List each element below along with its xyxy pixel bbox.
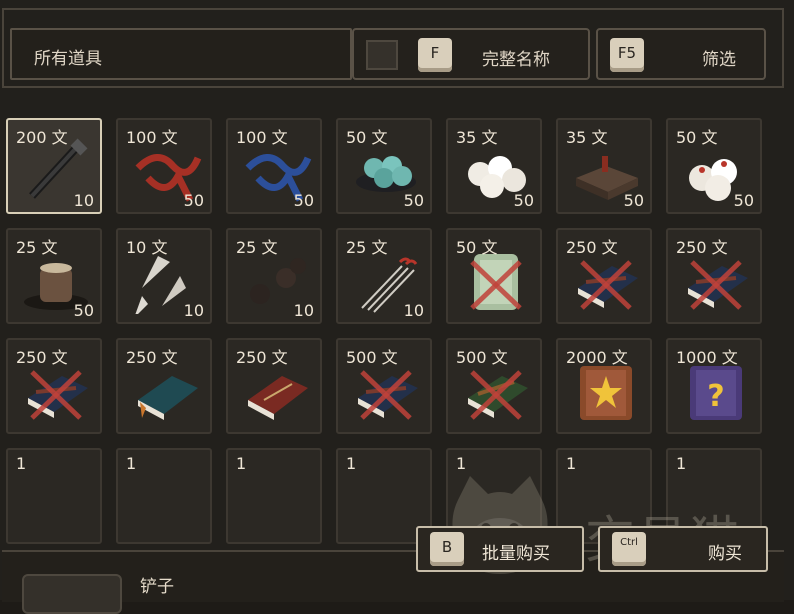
item-price: 1000 文 — [676, 348, 738, 367]
item-price: 25 文 — [236, 238, 278, 257]
filter-label: 筛选 — [702, 50, 736, 70]
item-price: 1 — [236, 454, 247, 473]
fullname-checkbox[interactable] — [366, 40, 398, 70]
shop-item-slot[interactable]: 10 文 10 — [116, 228, 212, 324]
shop-item-slot[interactable]: 50 文 50 — [336, 118, 432, 214]
shop-item-slot[interactable]: 250 文 — [116, 338, 212, 434]
shop-item-slot[interactable]: 100 文 50 — [226, 118, 322, 214]
item-price: 2000 文 — [566, 348, 628, 367]
topbar: 所有道具 F 完整名称 F5 筛选 — [6, 26, 778, 88]
item-price: 50 文 — [346, 128, 388, 147]
buy-label: 购买 — [708, 544, 742, 564]
item-price: 250 文 — [676, 238, 728, 257]
shop-window: 所有道具 F 完整名称 F5 筛选 200 文 10 100 文 50 100 文 50 5… — [0, 0, 794, 614]
item-stock-count: 10 — [73, 191, 94, 210]
item-price: 500 文 — [456, 348, 508, 367]
item-stock-count: 10 — [403, 301, 424, 320]
item-price: 1 — [16, 454, 27, 473]
item-price: 1 — [126, 454, 137, 473]
shop-item-slot[interactable]: 250 文 — [6, 338, 102, 434]
item-price: 35 文 — [566, 128, 608, 147]
detail-item-slot — [22, 574, 122, 614]
svg-text:?: ? — [707, 379, 724, 414]
shop-item-slot[interactable]: 1 — [226, 448, 322, 544]
shop-item-slot[interactable]: 25 文 10 — [336, 228, 432, 324]
item-stock-count: 50 — [183, 191, 204, 210]
shop-item-slot[interactable]: 25 文 50 — [6, 228, 102, 324]
buy-button[interactable]: Ctrl 购买 — [598, 526, 768, 572]
item-price: 25 文 — [346, 238, 388, 257]
shop-item-slot[interactable]: 250 文 — [666, 228, 762, 324]
shop-item-slot[interactable]: 35 文 50 — [446, 118, 542, 214]
shop-item-slot[interactable]: 250 文 — [556, 228, 652, 324]
item-price: 250 文 — [16, 348, 68, 367]
shop-item-slot[interactable]: 25 文 10 — [226, 228, 322, 324]
shop-item-slot[interactable]: 1 — [116, 448, 212, 544]
item-stock-count: 50 — [403, 191, 424, 210]
shop-item-slot[interactable]: 35 文 50 — [556, 118, 652, 214]
item-price: 1 — [346, 454, 357, 473]
key-ctrl-icon: Ctrl — [612, 532, 646, 566]
filter-button[interactable]: F5 筛选 — [596, 28, 766, 80]
shop-item-slot[interactable]: 50 文 50 — [666, 118, 762, 214]
item-stock-count: 10 — [183, 301, 204, 320]
key-b-icon: B — [430, 532, 464, 566]
item-price: 250 文 — [566, 238, 618, 257]
item-price: 25 文 — [16, 238, 58, 257]
item-price: 250 文 — [126, 348, 178, 367]
item-price: 10 文 — [126, 238, 168, 257]
category-selector[interactable]: 所有道具 — [10, 28, 352, 80]
item-price: 500 文 — [346, 348, 398, 367]
shop-item-slot[interactable]: ? 1000 文 — [666, 338, 762, 434]
item-price: 100 文 — [126, 128, 178, 147]
item-price: 50 文 — [676, 128, 718, 147]
fullname-label: 完整名称 — [482, 50, 550, 70]
shop-item-slot[interactable]: 50 文 — [446, 228, 542, 324]
key-f-icon: F — [418, 38, 452, 72]
detail-item-name: 铲子 — [140, 577, 174, 597]
item-stock-count: 50 — [293, 191, 314, 210]
shop-item-slot[interactable]: 1 — [6, 448, 102, 544]
fullname-toggle[interactable]: F 完整名称 — [352, 28, 590, 80]
shop-item-slot[interactable]: 250 文 — [226, 338, 322, 434]
item-price: 200 文 — [16, 128, 68, 147]
category-label: 所有道具 — [34, 49, 102, 69]
item-price: 250 文 — [236, 348, 288, 367]
shop-item-slot[interactable]: 500 文 — [336, 338, 432, 434]
shop-item-slot[interactable]: 200 文 10 — [6, 118, 102, 214]
item-stock-count: 50 — [513, 191, 534, 210]
item-stock-count: 50 — [623, 191, 644, 210]
bulk-buy-label: 批量购买 — [482, 544, 550, 564]
bulk-buy-button[interactable]: B 批量购买 — [416, 526, 584, 572]
item-price: 100 文 — [236, 128, 288, 147]
item-stock-count: 50 — [73, 301, 94, 320]
shop-item-slot[interactable]: 2000 文 — [556, 338, 652, 434]
shop-item-slot[interactable]: 100 文 50 — [116, 118, 212, 214]
shop-item-slot[interactable]: 500 文 — [446, 338, 542, 434]
key-f5-icon: F5 — [610, 38, 644, 72]
item-stock-count: 10 — [293, 301, 314, 320]
item-price: 35 文 — [456, 128, 498, 147]
item-stock-count: 50 — [733, 191, 754, 210]
item-price: 50 文 — [456, 238, 498, 257]
